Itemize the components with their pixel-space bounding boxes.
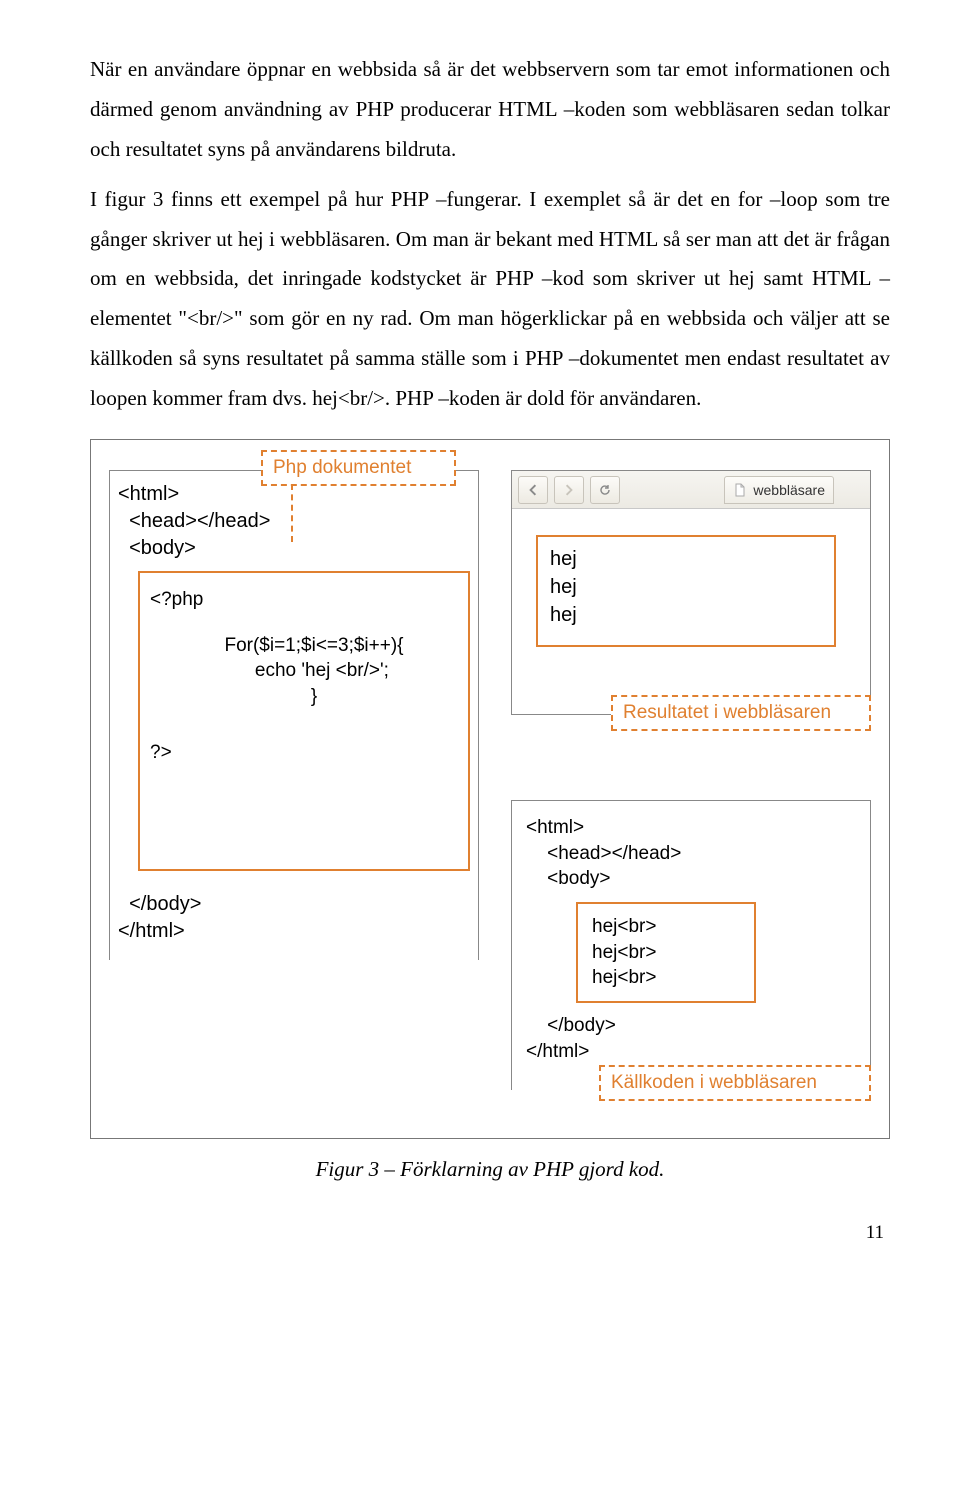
html-open-tags: <html> <head></head> <body> bbox=[118, 481, 270, 562]
chevron-right-icon bbox=[563, 484, 575, 496]
php-document-panel: <html> <head></head> <body> <?php For($i… bbox=[109, 470, 479, 960]
source-html-open: <html> <head></head> <body> bbox=[526, 815, 856, 892]
chevron-left-icon bbox=[527, 484, 539, 496]
php-code-box: <?php For($i=1;$i<=3;$i++){ echo 'hej <b… bbox=[138, 571, 470, 871]
page-icon bbox=[733, 483, 747, 497]
reload-button[interactable] bbox=[590, 476, 620, 504]
page-number: 11 bbox=[90, 1222, 890, 1244]
source-code-panel: <html> <head></head> <body> hej<br> hej<… bbox=[511, 800, 871, 1090]
browser-tab[interactable]: webbläsare bbox=[724, 476, 834, 504]
php-open-tag: <?php bbox=[150, 587, 458, 613]
label-browser-result: Resultatet i webbläsaren bbox=[611, 695, 871, 731]
source-hej-box: hej<br> hej<br> hej<br> bbox=[576, 902, 756, 1003]
browser-toolbar: webbläsare bbox=[512, 471, 870, 509]
back-button[interactable] bbox=[518, 476, 548, 504]
browser-panel: webbläsare hej hej hej bbox=[511, 470, 871, 715]
connector-php bbox=[291, 484, 293, 542]
reload-icon bbox=[599, 484, 611, 496]
figure-3: <html> <head></head> <body> <?php For($i… bbox=[90, 439, 890, 1139]
paragraph-1: När en användare öppnar en webbsida så ä… bbox=[90, 50, 890, 170]
php-loop-body: For($i=1;$i<=3;$i++){ echo 'hej <br/>'; … bbox=[170, 633, 458, 710]
source-html-close: </body> </html> bbox=[526, 1013, 856, 1064]
label-source-code: Källkoden i webbläsaren bbox=[599, 1065, 871, 1101]
tab-title: webbläsare bbox=[753, 482, 825, 498]
php-close-tag: ?> bbox=[150, 740, 458, 766]
browser-output-box: hej hej hej bbox=[536, 535, 836, 647]
forward-button[interactable] bbox=[554, 476, 584, 504]
html-close-tags: </body> </html> bbox=[118, 891, 201, 945]
paragraph-2: I figur 3 finns ett exempel på hur PHP –… bbox=[90, 180, 890, 419]
body-text: När en användare öppnar en webbsida så ä… bbox=[90, 50, 890, 419]
source-hej-lines: hej<br> hej<br> hej<br> bbox=[592, 914, 740, 991]
figure-caption: Figur 3 – Förklarning av PHP gjord kod. bbox=[90, 1157, 890, 1182]
label-php-document: Php dokumentet bbox=[261, 450, 456, 486]
browser-output-text: hej hej hej bbox=[550, 545, 822, 629]
